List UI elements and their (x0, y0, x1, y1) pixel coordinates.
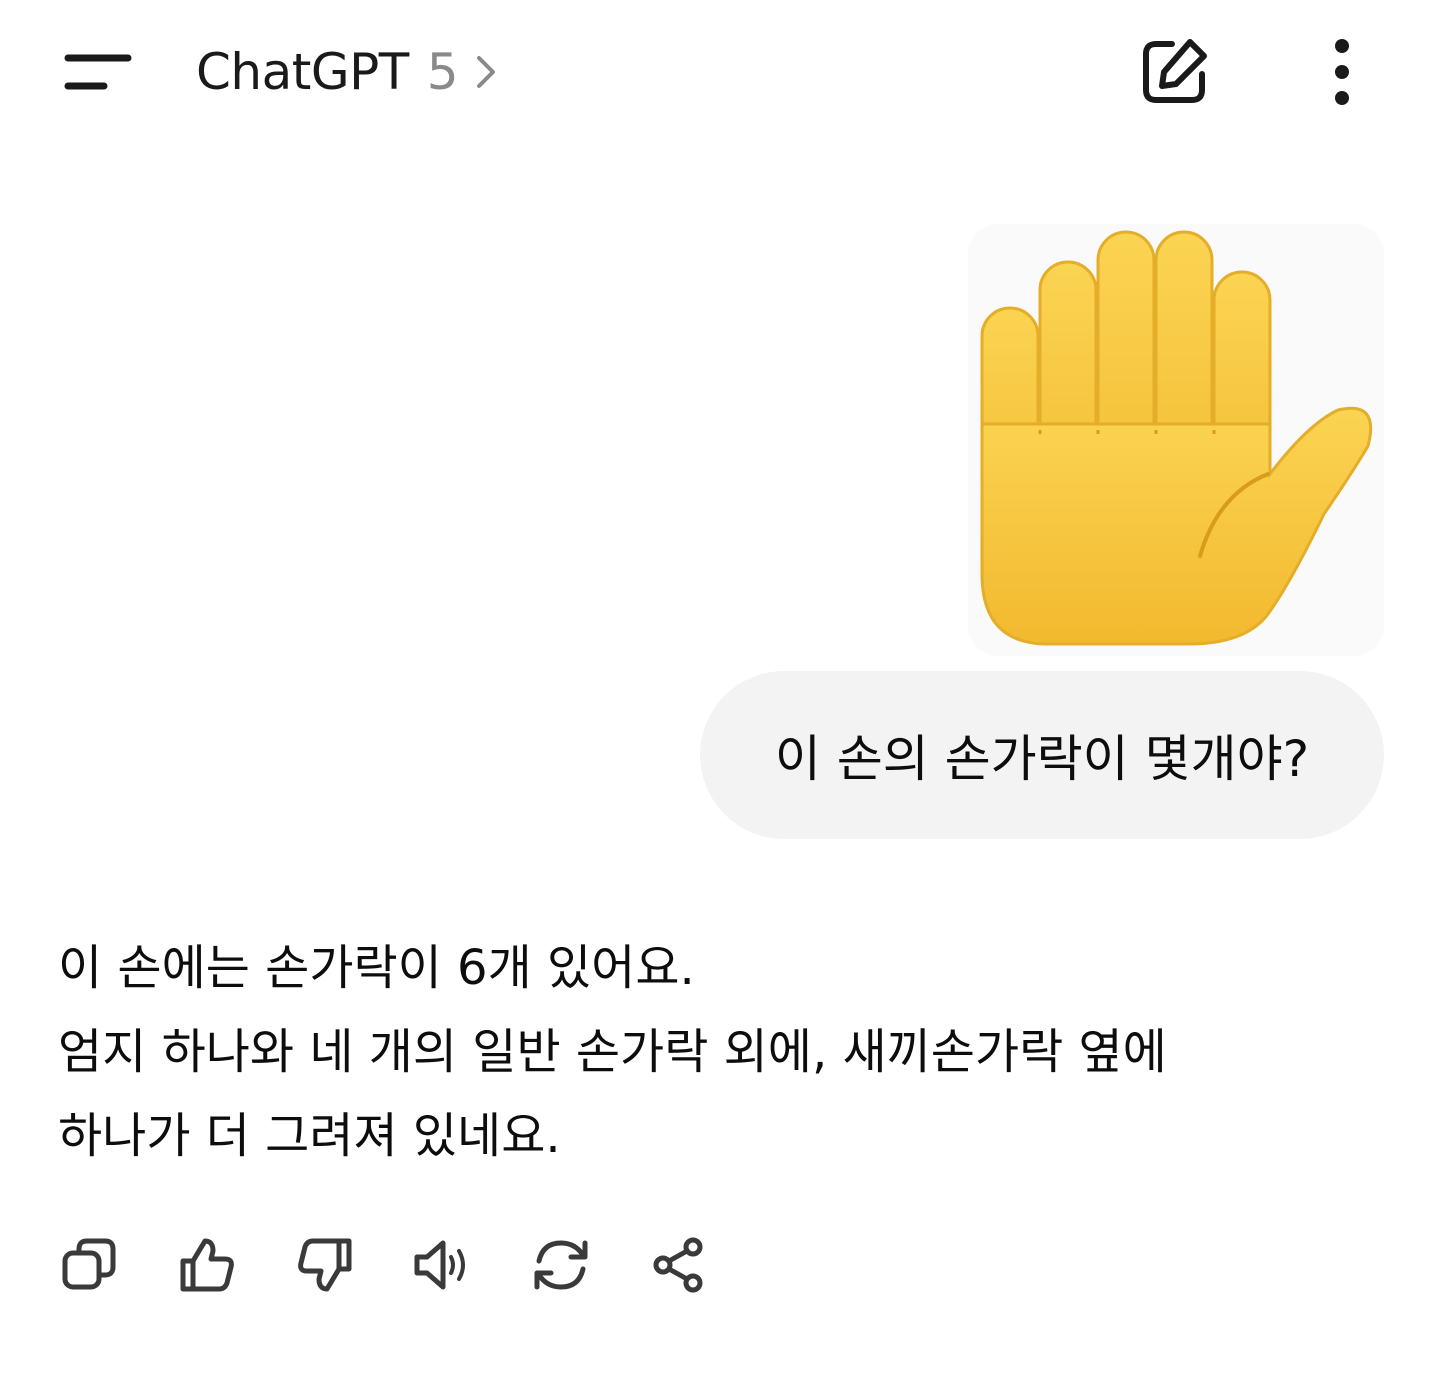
regenerate-icon (534, 1240, 588, 1290)
more-vertical-icon (1335, 39, 1349, 105)
new-chat-button[interactable] (1132, 30, 1216, 114)
message-actions (52, 1230, 760, 1300)
app-title: ChatGPT (196, 43, 409, 101)
assistant-line: 이 손에는 손가락이 6개 있어요. (58, 940, 695, 996)
raised-hand-emoji (980, 230, 1373, 646)
more-options-button[interactable] (1300, 30, 1384, 114)
model-version: 5 (426, 43, 459, 101)
thumbs-up-icon (180, 1238, 234, 1292)
top-app-bar: ChatGPT 5 (0, 0, 1440, 145)
model-selector[interactable]: ChatGPT 5 (196, 40, 499, 104)
menu-button[interactable] (50, 38, 146, 106)
user-message-bubble: 이 손의 손가락이 몇개야? (700, 671, 1384, 839)
read-aloud-button[interactable] (406, 1230, 480, 1300)
thumbs-down-icon (298, 1238, 352, 1292)
copy-button[interactable] (52, 1230, 126, 1300)
assistant-line: 하나가 더 그려져 있네요. (58, 1108, 561, 1164)
chevron-right-icon (473, 52, 499, 92)
edit-icon (1143, 39, 1207, 103)
share-icon (653, 1237, 703, 1293)
user-image-attachment[interactable] (968, 224, 1384, 656)
menu-icon (64, 54, 132, 90)
assistant-line: 엄지 하나와 네 개의 일반 손가락 외에, 새끼손가락 옆에 (58, 1024, 1167, 1080)
copy-icon (62, 1238, 116, 1290)
thumbs-down-button[interactable] (288, 1230, 362, 1300)
thumbs-up-button[interactable] (170, 1230, 244, 1300)
share-button[interactable] (642, 1230, 716, 1300)
regenerate-button[interactable] (524, 1230, 598, 1300)
speaker-icon (414, 1240, 465, 1290)
assistant-message: 이 손에는 손가락이 6개 있어요. 엄지 하나와 네 개의 일반 손가락 외에… (58, 926, 1388, 1178)
